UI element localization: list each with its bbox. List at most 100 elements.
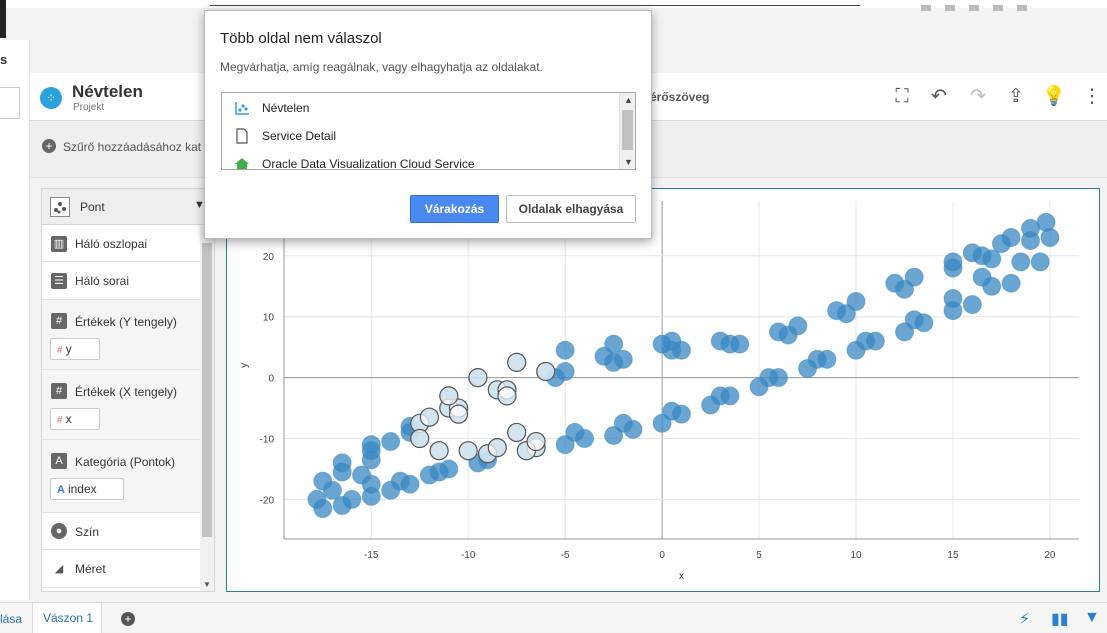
data-point: [1030, 252, 1050, 272]
x-axis-label: x: [679, 571, 684, 582]
selected-data-point: [487, 438, 507, 458]
selected-data-point: [419, 407, 440, 427]
y-tick-label: 20: [263, 252, 275, 263]
canvas-tab-label: Vászon 1: [43, 611, 94, 625]
selected-data-point: [526, 431, 546, 452]
list-item[interactable]: Oracle Data Visualization Cloud Service: [222, 149, 619, 170]
scatter-chart[interactable]: -15 -10 -5 0 5 10 15 20 -20 -10 0 10 20 x y: [226, 188, 1100, 592]
undo-icon[interactable]: ↶: [927, 85, 951, 109]
lightning-icon[interactable]: ⚡: [1019, 609, 1030, 629]
bottom-tab-fragment[interactable]: lása: [0, 612, 22, 626]
y-field-pill[interactable]: # y: [50, 338, 100, 360]
list-item-label: Névtelen: [262, 101, 310, 115]
insight-icon[interactable]: 💡: [1042, 85, 1066, 109]
section-label: Háló sorai: [75, 274, 130, 288]
add-filter-icon[interactable]: +: [42, 139, 56, 153]
present-icon[interactable]: ⛶: [890, 85, 914, 109]
wait-button[interactable]: Várakozás: [410, 195, 499, 223]
list-scrollbar[interactable]: ▲ ▼: [619, 93, 635, 169]
list-item-label: Service Detail: [262, 129, 337, 143]
data-point: [720, 334, 740, 354]
canvas-title-fragment[interactable]: érőszöveg: [650, 90, 709, 104]
x-field-pill[interactable]: # x: [50, 408, 100, 430]
y-tick-label: -10: [260, 435, 275, 446]
selected-data-point: [497, 386, 517, 406]
chart-svg[interactable]: -15 -10 -5 0 5 10 15 20 -20 -10 0 10 20 x y: [227, 189, 1099, 591]
scroll-up-icon[interactable]: ▲: [624, 95, 633, 105]
address-bar-edge: [210, 0, 860, 6]
section-y-values[interactable]: # Értékek (Y tengely) # y: [42, 300, 200, 370]
x-tick-label: -5: [561, 550, 570, 561]
scroll-down-icon[interactable]: ▼: [203, 580, 211, 589]
data-point: [904, 310, 924, 330]
selected-data-point: [536, 361, 556, 382]
selected-data-point: [507, 352, 527, 372]
data-point: [807, 349, 827, 369]
data-point: [1001, 273, 1021, 293]
redo-icon[interactable]: ↷: [966, 85, 990, 109]
page-list[interactable]: Névtelen Service Detail Oracle Data Visu…: [221, 92, 636, 170]
section-grid-rows[interactable]: ☰ Háló sorai: [42, 262, 200, 300]
hash-icon: #: [51, 383, 67, 399]
data-point: [943, 258, 963, 278]
list-item[interactable]: Service Detail: [222, 121, 619, 149]
section-label: Szín: [75, 525, 100, 539]
browser-tools: [907, 0, 1087, 11]
list-item[interactable]: Névtelen: [222, 93, 619, 121]
section-x-values[interactable]: # Értékek (X tengely) # x: [42, 370, 200, 440]
data-point: [778, 325, 798, 345]
cut-left-input[interactable]: [0, 87, 20, 119]
x-tick-label: 10: [850, 550, 862, 561]
pill-label: y: [65, 342, 72, 356]
index-field-pill[interactable]: Aindex: [50, 478, 124, 500]
x-tick-label: 15: [947, 550, 959, 561]
scrollbar-thumb[interactable]: [202, 243, 212, 537]
filter-placeholder[interactable]: Szűrő hozzáadásához kat: [63, 140, 201, 154]
list-item-label: Oracle Data Visualization Cloud Service: [262, 157, 475, 170]
dv-chart-icon: [234, 100, 249, 115]
document-icon: [234, 128, 248, 144]
data-point: [836, 304, 856, 324]
data-point: [381, 432, 401, 452]
home-icon: [234, 156, 249, 169]
chart-settings-icon[interactable]: ▮▮: [1051, 609, 1069, 629]
section-color[interactable]: ● Szín: [42, 513, 200, 550]
filter-icon[interactable]: ▼: [1084, 609, 1100, 627]
data-point: [662, 331, 682, 351]
selected-data-point: [439, 386, 459, 406]
hash-icon: #: [51, 313, 67, 329]
data-point: [1040, 228, 1060, 248]
section-grid-columns[interactable]: ▥ Háló oszlopai: [42, 225, 200, 262]
dialog-message: Megvárhatja, amíg reagálnak, vagy elhagy…: [220, 60, 543, 74]
x-tick-label: 5: [756, 550, 762, 561]
y-tick-label: -20: [260, 495, 275, 506]
x-tick-label: 20: [1044, 550, 1056, 561]
add-canvas-icon[interactable]: +: [121, 612, 135, 626]
data-point: [856, 331, 876, 351]
leave-pages-button[interactable]: Oldalak elhagyása: [506, 195, 636, 223]
viz-type-selector[interactable]: Pont ▼: [42, 189, 214, 225]
share-icon[interactable]: ⇪: [1004, 85, 1028, 109]
scrollbar-thumb[interactable]: [622, 110, 633, 150]
section-size[interactable]: ◢ Méret: [42, 550, 200, 588]
data-point: [1011, 252, 1031, 272]
project-icon: ⁘: [40, 87, 62, 109]
more-icon[interactable]: ⋮: [1080, 85, 1104, 109]
text-icon: A: [51, 453, 67, 469]
section-label: Háló oszlopai: [75, 237, 148, 251]
data-point: [613, 413, 633, 433]
scroll-down-icon[interactable]: ▼: [624, 157, 633, 167]
grid-columns-icon: ▥: [51, 236, 67, 252]
section-category[interactable]: A Kategória (Pontok) Aindex: [42, 440, 200, 513]
palette-icon: ●: [51, 523, 67, 539]
section-label: Méret: [75, 562, 106, 576]
canvas-tab[interactable]: Vászon 1: [32, 603, 102, 633]
project-name[interactable]: Névtelen: [72, 82, 143, 102]
pill-label: x: [65, 412, 72, 426]
data-point: [342, 489, 362, 509]
pill-label: index: [67, 482, 97, 496]
grammar-scrollbar[interactable]: ▼: [200, 225, 214, 591]
size-icon: ◢: [54, 563, 64, 575]
data-point: [352, 465, 372, 485]
viz-type-label: Pont: [80, 200, 105, 214]
